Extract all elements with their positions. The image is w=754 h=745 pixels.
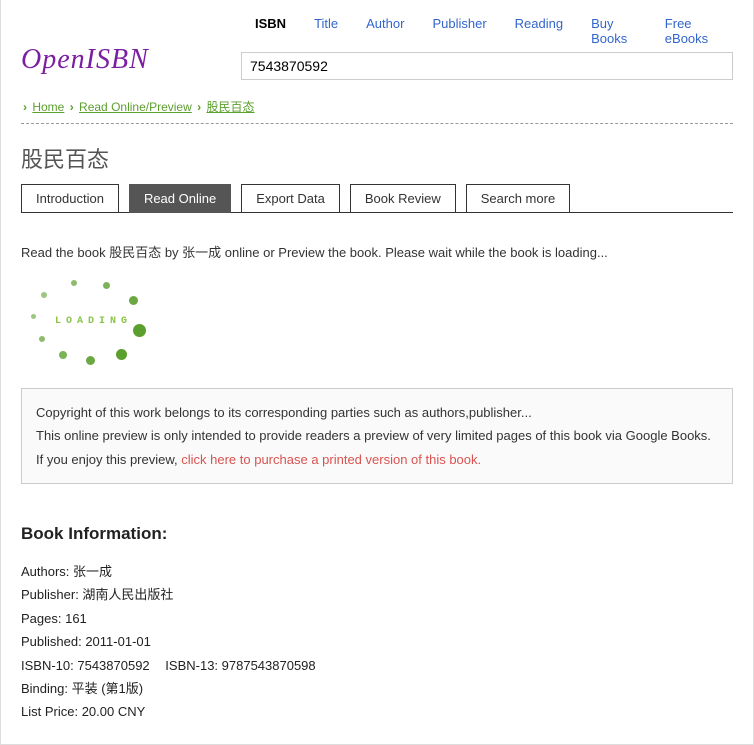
site-logo[interactable]: OpenISBN: [21, 44, 241, 80]
nav-isbn[interactable]: ISBN: [241, 10, 300, 52]
loading-message: Read the book 股民百态 by 张一成 online or Prev…: [21, 243, 733, 264]
nav-title[interactable]: Title: [300, 10, 352, 52]
copyright-notice: Copyright of this work belongs to its co…: [21, 388, 733, 484]
tab-bar: Introduction Read Online Export Data Boo…: [21, 184, 733, 213]
breadcrumb-title[interactable]: 股民百态: [206, 100, 254, 114]
isbn13-value: 9787543870598: [222, 658, 316, 673]
page-title: 股民百态: [21, 142, 733, 174]
published-label: Published:: [21, 634, 85, 649]
notice-line1: Copyright of this work belongs to its co…: [36, 401, 718, 424]
loading-spinner-icon: LOADING: [21, 274, 149, 370]
pages-label: Pages:: [21, 611, 65, 626]
notice-line2: This online preview is only intended to …: [36, 424, 718, 447]
search-input[interactable]: [241, 52, 733, 80]
top-nav: ISBN Title Author Publisher Reading Buy …: [241, 10, 733, 52]
nav-reading[interactable]: Reading: [501, 10, 577, 52]
book-info: Authors: 张一成 Publisher: 湖南人民出版社 Pages: 1…: [21, 560, 733, 724]
book-info-heading: Book Information:: [21, 524, 733, 544]
listprice-value: 20.00 CNY: [82, 704, 146, 719]
breadcrumb-read-online[interactable]: Read Online/Preview: [79, 100, 192, 114]
publisher-value: 湖南人民出版社: [82, 587, 173, 602]
isbn13-label: ISBN-13:: [165, 658, 221, 673]
tab-book-review[interactable]: Book Review: [350, 184, 456, 213]
authors-value: 张一成: [73, 564, 112, 579]
tab-read-online[interactable]: Read Online: [129, 184, 231, 213]
nav-buy-books[interactable]: Buy Books: [577, 10, 651, 52]
tab-introduction[interactable]: Introduction: [21, 184, 119, 213]
nav-publisher[interactable]: Publisher: [418, 10, 500, 52]
nav-free-ebooks[interactable]: Free eBooks: [651, 10, 733, 52]
tab-export-data[interactable]: Export Data: [241, 184, 340, 213]
nav-author[interactable]: Author: [352, 10, 418, 52]
chevron-right-icon: ›: [23, 100, 27, 114]
chevron-right-icon: ›: [70, 100, 74, 114]
purchase-link[interactable]: click here to purchase a printed version…: [181, 452, 481, 467]
isbn10-value: 7543870592: [77, 658, 149, 673]
published-value: 2011-01-01: [85, 634, 151, 649]
authors-label: Authors:: [21, 564, 73, 579]
binding-value: 平装 (第1版): [72, 681, 144, 696]
loading-label: LOADING: [55, 316, 132, 327]
tab-search-more[interactable]: Search more: [466, 184, 570, 213]
pages-value: 161: [65, 611, 87, 626]
chevron-right-icon: ›: [197, 100, 201, 114]
listprice-label: List Price:: [21, 704, 82, 719]
notice-line3: If you enjoy this preview, click here to…: [36, 448, 718, 471]
breadcrumb-home[interactable]: Home: [32, 100, 64, 114]
isbn10-label: ISBN-10:: [21, 658, 77, 673]
breadcrumb: › Home › Read Online/Preview › 股民百态: [1, 80, 753, 123]
binding-label: Binding:: [21, 681, 72, 696]
publisher-label: Publisher:: [21, 587, 82, 602]
